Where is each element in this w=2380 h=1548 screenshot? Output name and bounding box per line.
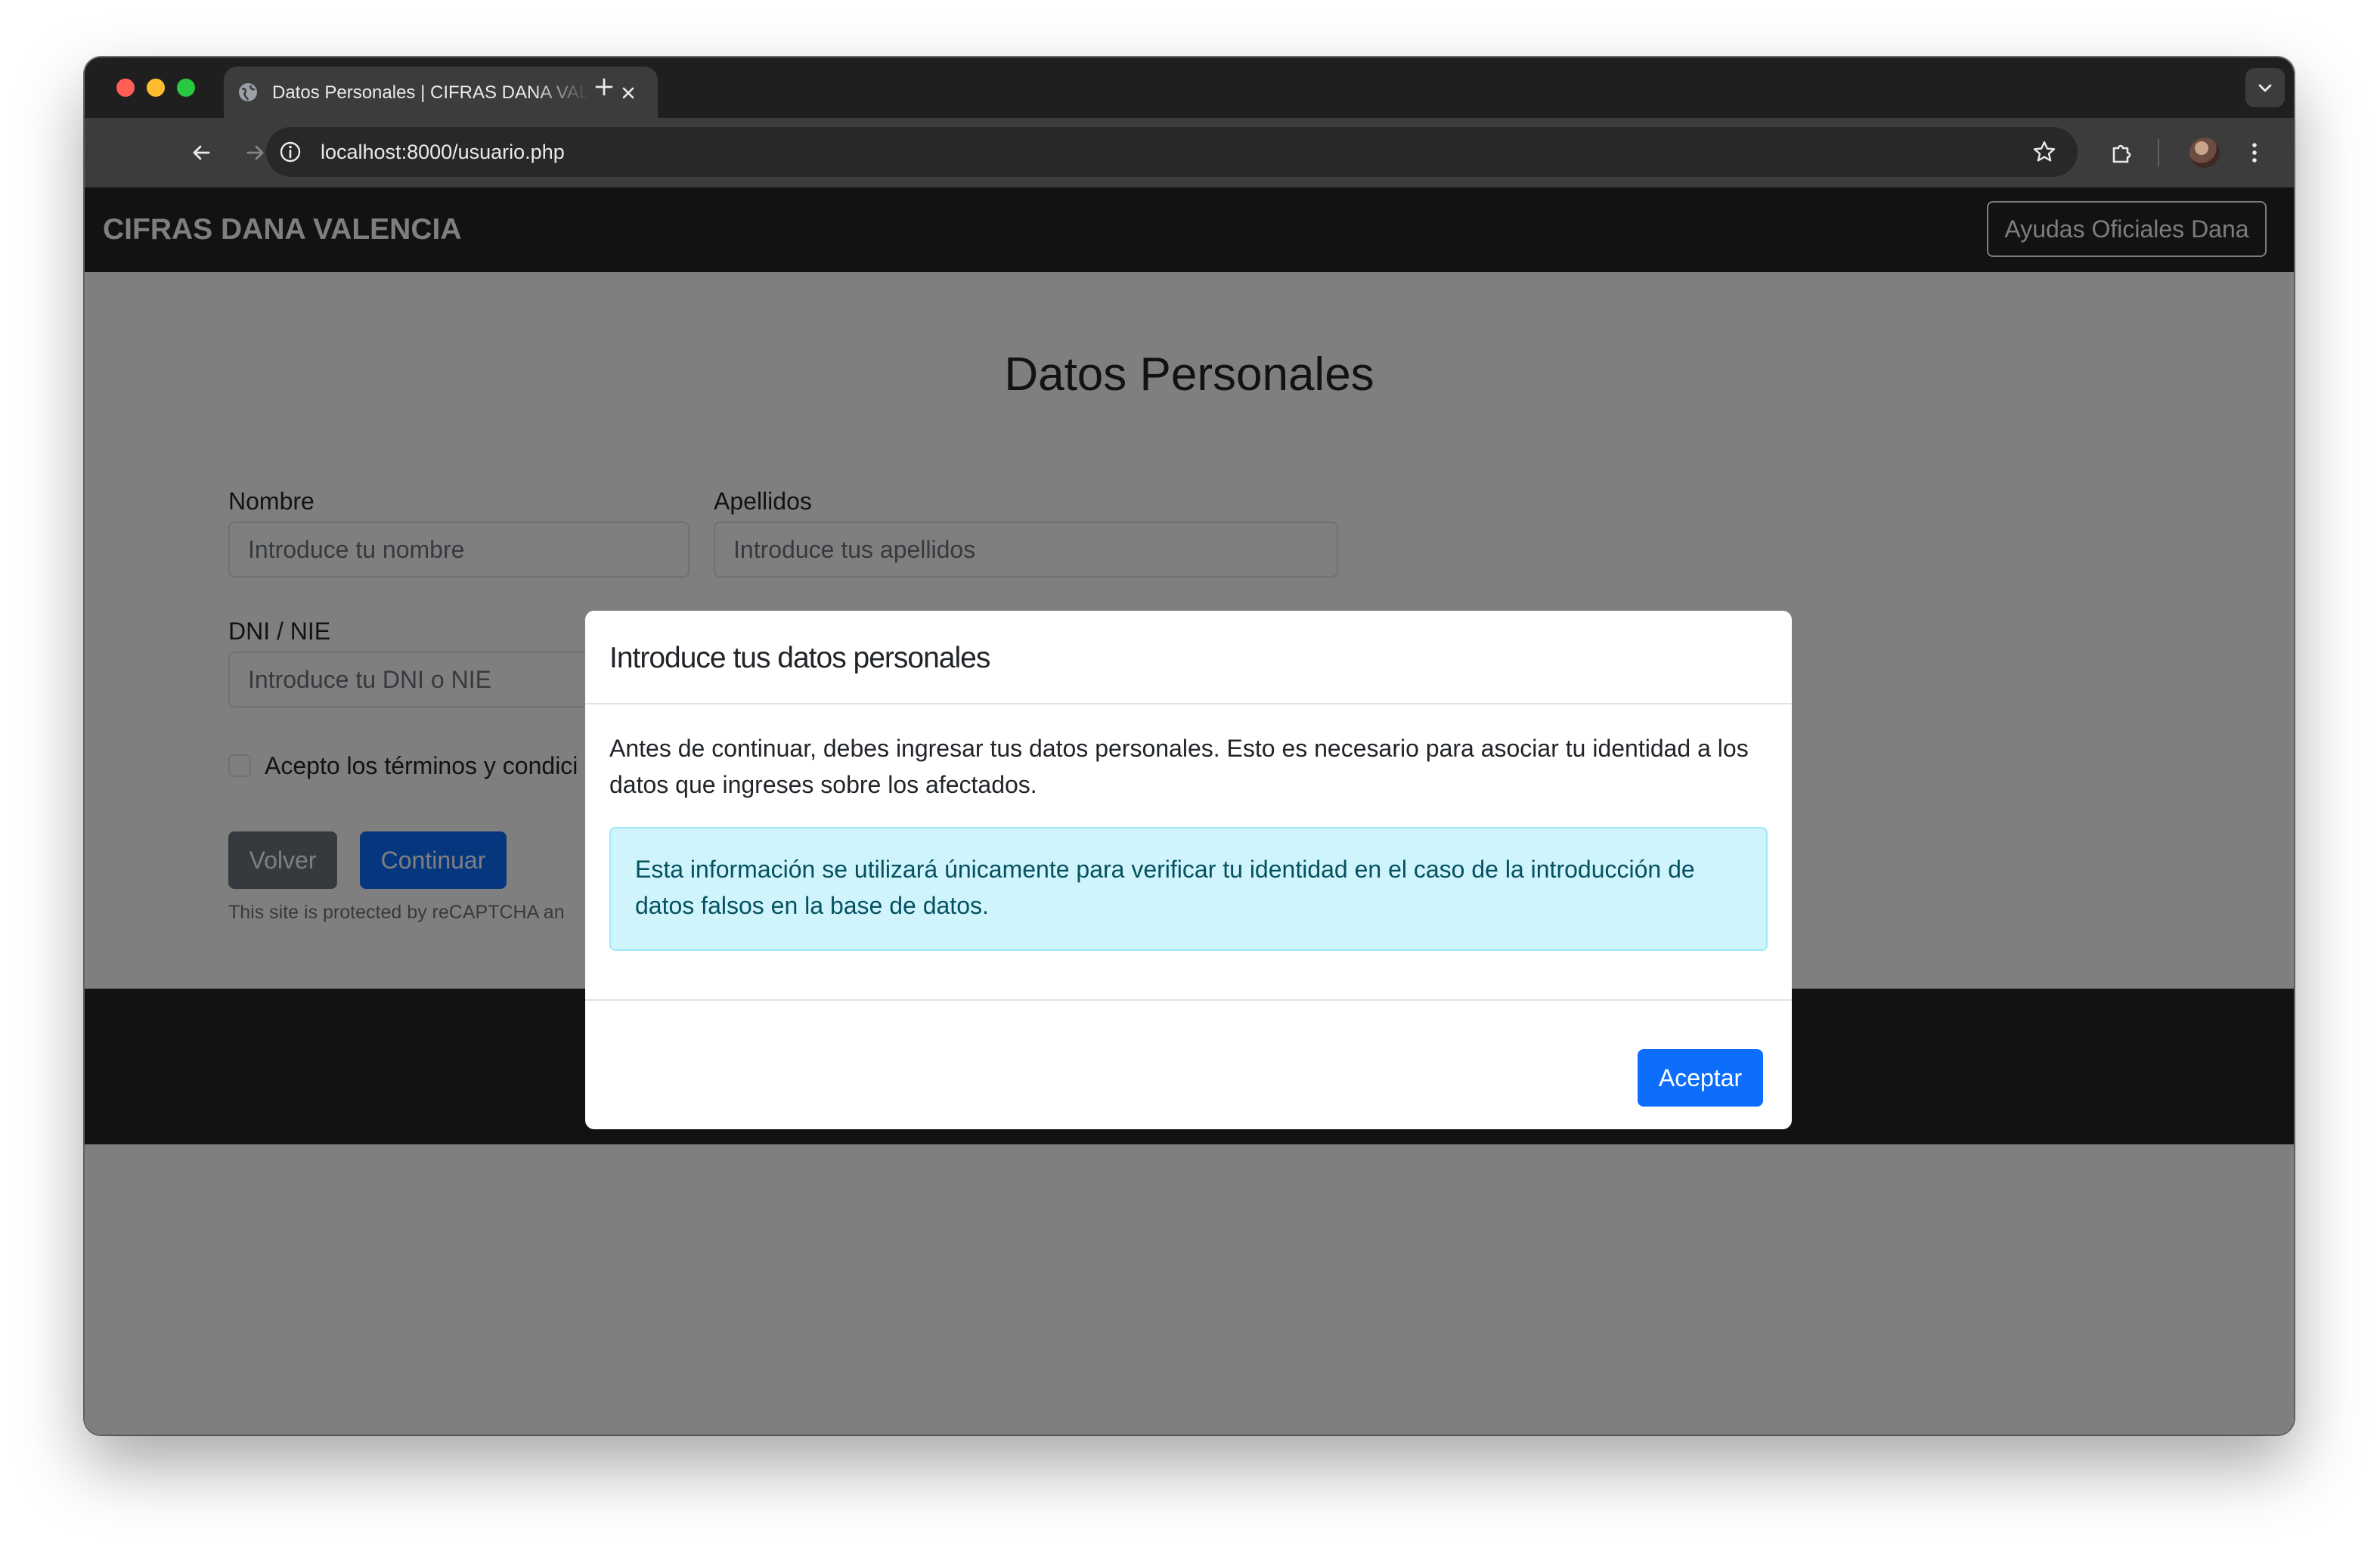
profile-avatar[interactable] — [2189, 138, 2220, 168]
browser-toolbar: localhost:8000/usuario.php — [85, 118, 2294, 187]
kebab-menu-icon[interactable] — [2241, 139, 2268, 166]
toolbar-divider — [2158, 139, 2159, 166]
info-alert: Esta información se utilizará únicamente… — [609, 827, 1768, 951]
forward-icon[interactable] — [242, 139, 269, 166]
maximize-window-button[interactable] — [177, 79, 195, 97]
info-icon[interactable] — [278, 140, 302, 164]
star-icon[interactable] — [2031, 138, 2058, 166]
browser-window: Datos Personales | CIFRAS DANA VALENCIA — [85, 57, 2294, 1435]
personal-data-modal: Introduce tus datos personales Antes de … — [585, 611, 1792, 1129]
globe-icon — [237, 82, 259, 103]
modal-body-text: Antes de continuar, debes ingresar tus d… — [609, 735, 1749, 798]
tab-search-button[interactable] — [2245, 68, 2285, 107]
back-icon[interactable] — [187, 139, 215, 166]
plus-icon[interactable] — [591, 74, 617, 100]
aceptar-button[interactable]: Aceptar — [1638, 1049, 1763, 1107]
close-window-button[interactable] — [116, 79, 135, 97]
modal-footer: Aceptar — [585, 999, 1792, 1129]
minimize-window-button[interactable] — [147, 79, 165, 97]
close-icon[interactable] — [617, 82, 640, 104]
modal-title: Introduce tus datos personales — [609, 642, 990, 674]
tab-strip: Datos Personales | CIFRAS DANA VALENCIA — [85, 57, 2294, 118]
page-viewport: CIFRAS DANA VALENCIA Ayudas Oficiales Da… — [85, 187, 2294, 1435]
info-alert-text: Esta información se utilizará únicamente… — [635, 856, 1695, 919]
extensions-icon[interactable] — [2108, 139, 2135, 166]
chevron-down-icon — [2258, 84, 2272, 92]
tab-title: Datos Personales | CIFRAS DANA VALENCIA — [272, 82, 590, 103]
url-text: localhost:8000/usuario.php — [321, 141, 565, 163]
address-bar[interactable]: localhost:8000/usuario.php — [266, 127, 2078, 177]
modal-header: Introduce tus datos personales — [585, 611, 1792, 704]
